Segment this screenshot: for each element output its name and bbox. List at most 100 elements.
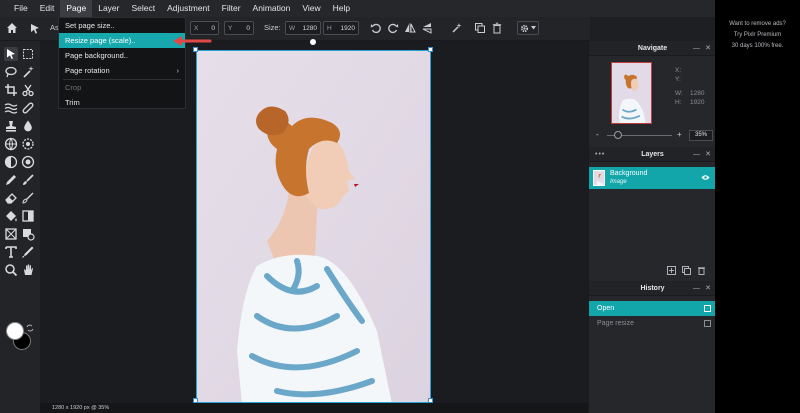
menu-view[interactable]: View — [296, 0, 326, 17]
text-tool-icon[interactable] — [4, 245, 18, 259]
history-item-page-resize[interactable]: Page resize — [589, 316, 716, 331]
menu-help[interactable]: Help — [327, 0, 356, 17]
history-item-open[interactable]: Open — [589, 301, 716, 316]
menu-item-resize-page-scale[interactable]: Resize page (scale).. — [59, 33, 185, 48]
minimize-icon[interactable]: — — [693, 281, 700, 296]
more-options-icon[interactable]: ••• — [595, 147, 605, 162]
y-field-label: Y — [228, 24, 233, 32]
menu-page[interactable]: Page — [60, 0, 93, 17]
color-replace-icon[interactable] — [21, 137, 35, 151]
menu-item-page-rotation[interactable]: Page rotation › — [59, 63, 185, 78]
portrait-photo — [197, 51, 430, 402]
layers-title: Layers — [641, 151, 664, 158]
clone-stamp-icon[interactable] — [4, 119, 18, 133]
history-title: History — [640, 285, 665, 292]
ad-banner[interactable]: Want to remove ads? Try Pixlr Premium 30… — [715, 0, 800, 413]
crop-icon[interactable] — [4, 83, 18, 97]
navigator-thumbnail[interactable] — [611, 62, 652, 124]
marquee-select-icon[interactable] — [21, 47, 35, 61]
duplicate-layer-icon[interactable] — [682, 266, 691, 275]
photo-editor-app: File Edit Page Layer Select Adjustment F… — [0, 0, 800, 413]
eraser-icon[interactable] — [4, 191, 18, 205]
gradient-icon[interactable] — [21, 209, 35, 223]
nav-w-label: W: — [675, 90, 683, 97]
lasso-icon[interactable] — [4, 65, 18, 79]
resize-handle-top-right[interactable] — [428, 47, 433, 52]
zoom-slider-handle[interactable] — [614, 131, 622, 139]
close-icon[interactable]: ✕ — [705, 281, 711, 296]
x-position-field[interactable]: X0 — [190, 21, 219, 35]
minimize-icon[interactable]: — — [693, 41, 700, 56]
rotate-left-icon[interactable] — [370, 22, 382, 34]
menu-layer[interactable]: Layer — [92, 0, 125, 17]
menu-animation[interactable]: Animation — [247, 0, 297, 17]
hand-pan-icon[interactable] — [21, 263, 35, 277]
flip-horizontal-icon[interactable] — [404, 22, 416, 34]
arrange-tool-icon[interactable] — [30, 23, 40, 35]
menu-select[interactable]: Select — [125, 0, 161, 17]
menu-item-crop: Crop — [65, 83, 82, 92]
liquify-icon[interactable] — [4, 101, 18, 115]
zoom-in-button[interactable]: + — [677, 130, 682, 139]
rotate-handle[interactable] — [310, 39, 316, 45]
cutout-scissors-icon[interactable] — [21, 83, 35, 97]
page-menu-dropdown: Set page size.. Resize page (scale).. Pa… — [58, 17, 186, 109]
smudge-brush-icon[interactable] — [21, 191, 35, 205]
layer-row-background[interactable]: Background Image — [589, 167, 716, 189]
y-position-field[interactable]: Y0 — [224, 21, 254, 35]
right-panels: Navigate — ✕ X: Y: W: 1280 H: 1920 - + 3… — [588, 41, 716, 413]
magic-wand-icon[interactable] — [21, 65, 35, 79]
sponge-icon[interactable] — [4, 137, 18, 151]
magic-wand-icon[interactable] — [451, 22, 463, 34]
rotate-right-icon[interactable] — [387, 22, 399, 34]
shape-icon[interactable] — [21, 227, 35, 241]
image-placeholder-icon[interactable] — [4, 227, 18, 241]
layers-panel-header: ••• Layers — ✕ — [589, 147, 716, 162]
eye-visibility-icon[interactable] — [701, 174, 710, 181]
dodge-burn-icon[interactable] — [4, 155, 18, 169]
trash-icon[interactable] — [491, 22, 503, 34]
menu-file[interactable]: File — [8, 0, 34, 17]
swap-colors-icon[interactable] — [26, 324, 34, 332]
menu-adjustment[interactable]: Adjustment — [161, 0, 216, 17]
target-icon[interactable] — [21, 155, 35, 169]
zoom-out-button[interactable]: - — [596, 130, 599, 139]
submenu-arrow-icon: › — [176, 66, 180, 75]
pencil-icon[interactable] — [4, 173, 18, 187]
eyedropper-icon[interactable] — [21, 245, 35, 259]
width-field-label: W — [289, 24, 296, 32]
zoom-percent-field[interactable]: 35% — [689, 130, 713, 141]
duplicate-icon[interactable] — [474, 22, 486, 34]
arrange-tool-icon[interactable] — [4, 47, 18, 61]
fill-bucket-icon[interactable] — [4, 209, 18, 223]
blur-drop-icon[interactable] — [21, 119, 35, 133]
zoom-magnifier-icon[interactable] — [4, 263, 18, 277]
foreground-color-swatch[interactable] — [6, 322, 24, 340]
brush-icon[interactable] — [21, 173, 35, 187]
menu-item-set-page-size[interactable]: Set page size.. — [59, 18, 185, 33]
nav-h-label: H: — [675, 99, 682, 106]
minimize-icon[interactable]: — — [693, 147, 700, 162]
resize-handle-top-left[interactable] — [193, 47, 198, 52]
x-field-value: 0 — [211, 24, 215, 32]
home-icon[interactable] — [6, 22, 18, 34]
height-field[interactable]: H 1920 — [323, 21, 359, 35]
settings-dropdown-button[interactable] — [517, 21, 539, 35]
menu-item-page-background[interactable]: Page background.. — [59, 48, 185, 63]
navigate-panel-header: Navigate — ✕ — [589, 41, 716, 56]
x-field-label: X — [194, 24, 199, 32]
menu-item-trim[interactable]: Trim — [59, 95, 185, 110]
gear-icon — [520, 24, 529, 32]
canvas-image[interactable] — [196, 50, 431, 403]
heal-bandage-icon[interactable] — [21, 101, 35, 115]
layer-type: Image — [610, 179, 627, 185]
close-icon[interactable]: ✕ — [705, 41, 711, 56]
width-field[interactable]: W 1280 — [285, 21, 321, 35]
delete-layer-icon[interactable] — [697, 266, 706, 275]
close-icon[interactable]: ✕ — [705, 147, 711, 162]
menu-edit[interactable]: Edit — [34, 0, 61, 17]
flip-vertical-icon[interactable] — [421, 22, 433, 34]
add-layer-icon[interactable] — [667, 266, 676, 275]
menu-filter[interactable]: Filter — [216, 0, 247, 17]
width-field-value: 1280 — [302, 24, 317, 32]
